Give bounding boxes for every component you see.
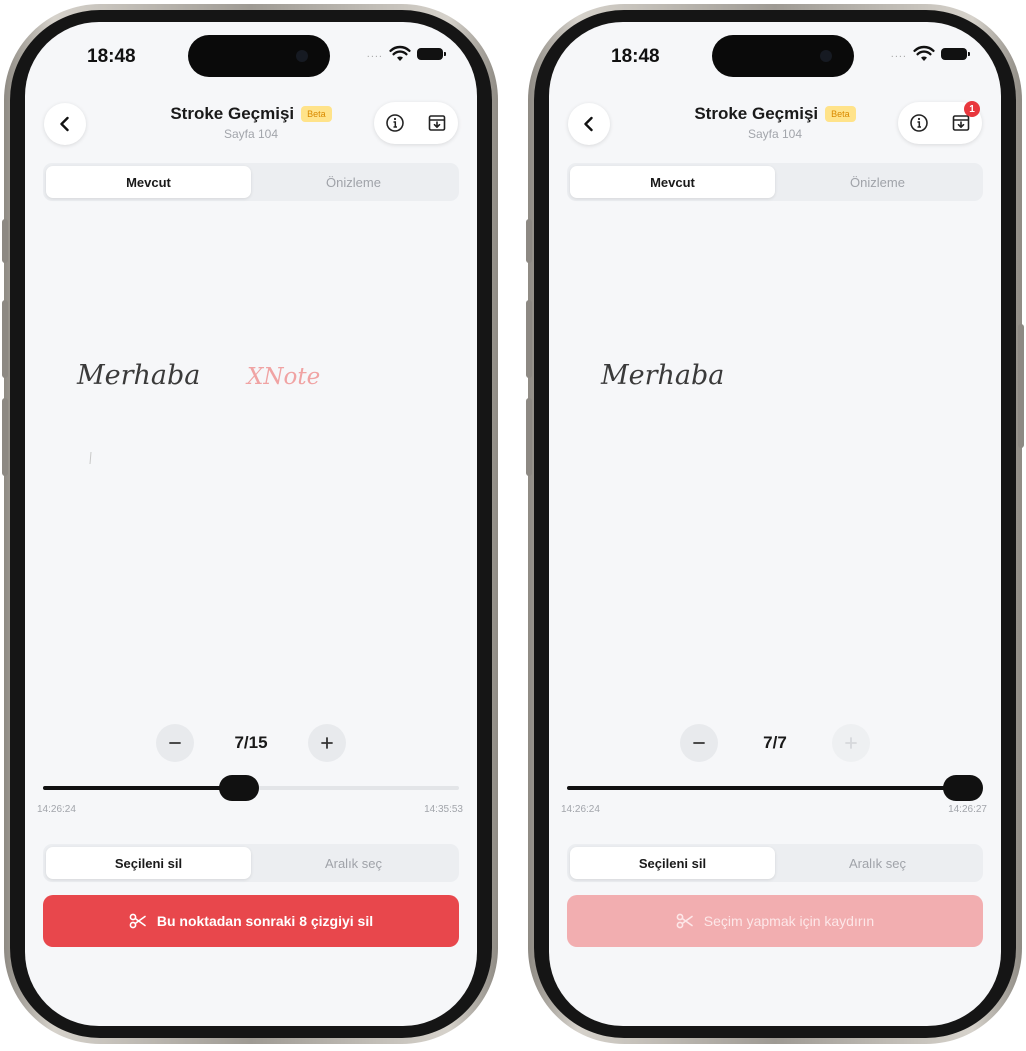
- history-slider[interactable]: [43, 775, 459, 801]
- start-time: 14:26:24: [37, 804, 76, 815]
- stroke-canvas[interactable]: Merhaba: [549, 212, 1001, 712]
- view-tabs: Mevcut Önizleme: [567, 163, 983, 201]
- slider-fill: [567, 786, 963, 790]
- action-button: [526, 219, 532, 263]
- phone-frame-left: 18:48 .... Stroke Geçmişi Beta Sayfa 104: [2, 4, 498, 1044]
- increment-button[interactable]: [308, 724, 346, 762]
- wifi-icon: [389, 45, 411, 61]
- beta-badge: Beta: [301, 106, 332, 122]
- delete-strokes-label: Seçim yapmak için kaydırın: [703, 913, 875, 929]
- tab-mevcut[interactable]: Mevcut: [570, 166, 775, 198]
- page-title: Stroke Geçmişi: [694, 104, 819, 123]
- pen-mark: [89, 451, 92, 465]
- volume-down-button: [2, 398, 8, 476]
- status-time: 18:48: [611, 46, 660, 67]
- header-actions: [374, 102, 458, 144]
- plus-icon: [321, 737, 333, 749]
- status-icons: ....: [366, 44, 446, 64]
- header-actions: 1: [898, 101, 982, 144]
- action-button: [2, 219, 8, 263]
- mode-tabs: Seçileni sil Aralık seç: [43, 844, 459, 882]
- volume-down-button: [526, 398, 532, 476]
- screen-stroke-history: 18:48 .... Stroke Geçmişi Beta Sayfa 104: [25, 22, 477, 1026]
- minus-icon: [693, 742, 705, 744]
- decrement-button[interactable]: [156, 724, 194, 762]
- status-time: 18:48: [87, 46, 136, 67]
- stroke-counter: 7/7: [763, 733, 787, 752]
- status-icons: ....: [890, 44, 970, 64]
- handwriting-canvas: Merhaba: [600, 360, 724, 391]
- slider-times: 14:26:24 14:26:27: [561, 804, 987, 815]
- end-time: 14:26:27: [948, 804, 987, 815]
- camera-icon: [820, 50, 832, 62]
- info-icon: [910, 114, 928, 132]
- handwriting-text: Merhaba: [76, 360, 200, 391]
- preview-handwriting-text: XNote: [245, 364, 320, 390]
- battery-icon: [941, 48, 970, 60]
- volume-up-button: [526, 300, 532, 378]
- stroke-canvas[interactable]: Merhaba XNote: [25, 212, 477, 712]
- decrement-button[interactable]: [680, 724, 718, 762]
- archive-download-icon: [428, 115, 446, 131]
- slider-thumb[interactable]: [218, 775, 259, 801]
- mode-tabs: Seçileni sil Aralık seç: [567, 844, 983, 882]
- stroke-stepper: 7/7: [549, 722, 1001, 764]
- start-time: 14:26:24: [561, 804, 600, 815]
- slider-thumb[interactable]: [943, 775, 983, 801]
- power-button: [1018, 324, 1024, 448]
- history-slider[interactable]: [567, 775, 983, 801]
- page-title: Stroke Geçmişi: [170, 104, 295, 123]
- mode-delete-selected[interactable]: Seçileni sil: [570, 847, 775, 879]
- mode-delete-selected[interactable]: Seçileni sil: [46, 847, 251, 879]
- tab-mevcut[interactable]: Mevcut: [46, 166, 251, 198]
- header-bar: Stroke Geçmişi Beta Sayfa 104 1: [549, 100, 1001, 152]
- volume-up-button: [2, 300, 8, 378]
- view-tabs: Mevcut Önizleme: [43, 163, 459, 201]
- archive-button[interactable]: [426, 112, 448, 134]
- camera-icon: [296, 50, 308, 62]
- phone-frame-right: 18:48 .... Stroke Geçmişi Beta Sayfa 104: [526, 4, 1024, 1044]
- dynamic-island: [188, 35, 330, 77]
- tab-onizleme[interactable]: Önizleme: [775, 166, 980, 198]
- slider-times: 14:26:24 14:35:53: [37, 804, 463, 815]
- info-button[interactable]: [384, 112, 406, 134]
- minus-icon: [169, 742, 181, 744]
- screen-stroke-history: 18:48 .... Stroke Geçmişi Beta Sayfa 104: [549, 22, 1001, 1026]
- dynamic-island: [712, 35, 854, 77]
- archive-count-badge: 1: [964, 101, 980, 117]
- mode-select-range[interactable]: Aralık seç: [775, 847, 980, 879]
- mode-select-range[interactable]: Aralık seç: [251, 847, 456, 879]
- info-button[interactable]: [908, 112, 930, 134]
- signal-dots: ....: [366, 48, 383, 60]
- stroke-counter: 7/15: [234, 733, 268, 752]
- increment-button[interactable]: [832, 724, 870, 762]
- delete-strokes-button[interactable]: Seçim yapmak için kaydırın: [567, 895, 983, 947]
- signal-dots: ....: [890, 48, 907, 60]
- info-icon: [386, 114, 404, 132]
- header-bar: Stroke Geçmişi Beta Sayfa 104: [25, 100, 477, 152]
- delete-strokes-label: Bu noktadan sonraki 8 çizgiyi sil: [156, 913, 374, 929]
- scissors-icon: [676, 913, 693, 929]
- end-time: 14:35:53: [424, 804, 463, 815]
- scissors-icon: [129, 913, 146, 929]
- delete-strokes-button[interactable]: Bu noktadan sonraki 8 çizgiyi sil: [43, 895, 459, 947]
- archive-button[interactable]: 1: [950, 101, 980, 134]
- handwriting-text: Merhaba: [600, 360, 724, 391]
- stroke-stepper: 7/15: [25, 722, 477, 764]
- handwriting-canvas: Merhaba XNote: [76, 360, 320, 465]
- plus-icon: [845, 737, 857, 749]
- tab-onizleme[interactable]: Önizleme: [251, 166, 456, 198]
- battery-icon: [417, 48, 446, 60]
- beta-badge: Beta: [825, 106, 856, 122]
- wifi-icon: [913, 45, 935, 61]
- slider-fill: [43, 786, 239, 790]
